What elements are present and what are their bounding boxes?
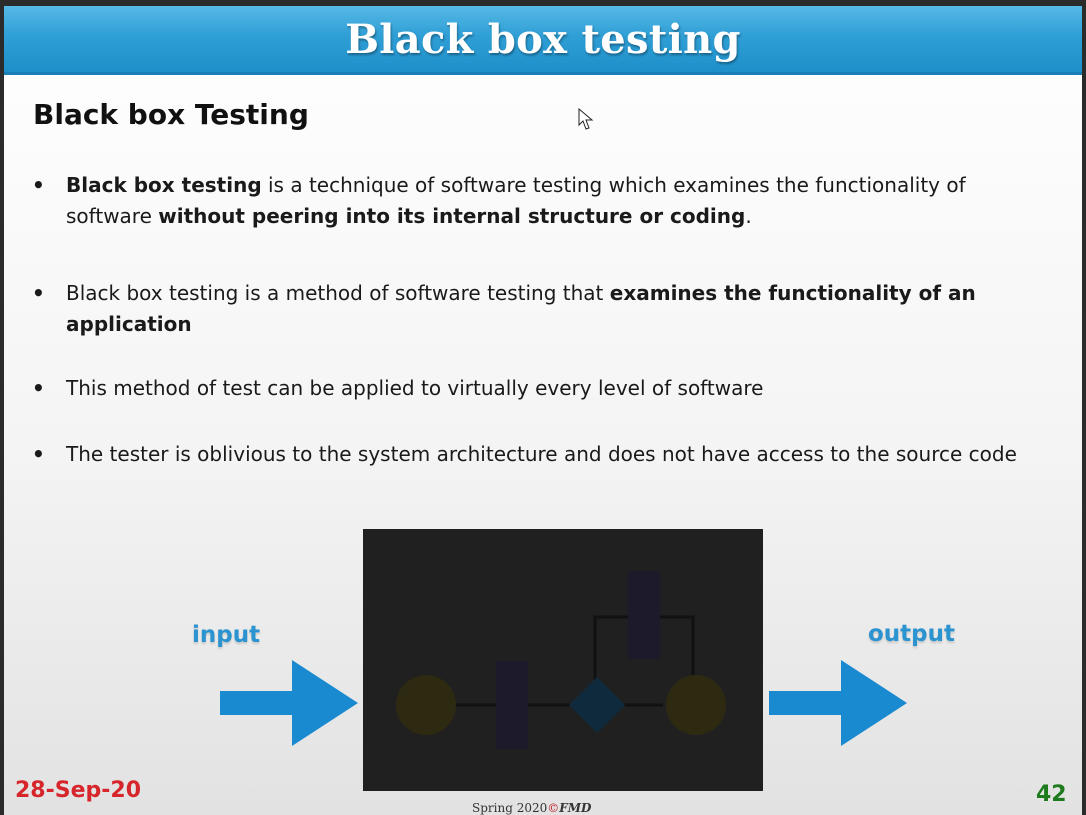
page-number: 42: [1036, 782, 1067, 807]
bullet-text-run: .: [745, 204, 752, 228]
bullet-text-bold: without peering into its internal struct…: [158, 204, 746, 228]
copyright-icon: ©: [547, 801, 560, 815]
bullet-dot: •: [32, 376, 45, 400]
bullet-item-3: • This method of test can be applied to …: [28, 373, 1038, 404]
bullet-item-2: • Black box testing is a method of softw…: [28, 278, 1038, 340]
bullet-text-run: Black box testing is a method of softwar…: [66, 281, 610, 305]
black-box-diagram: [363, 529, 763, 791]
bullet-text: Black box testing is a method of softwar…: [66, 278, 1038, 340]
footer-credit-prefix: Spring 2020: [472, 801, 548, 815]
bullet-dot: •: [32, 173, 45, 197]
footer-credit-author: FMD: [559, 801, 592, 815]
black-box-internals: [396, 571, 726, 749]
rect-node: [628, 571, 660, 659]
input-arrow-icon: [220, 660, 358, 746]
bullet-text: This method of test can be applied to vi…: [66, 373, 1038, 404]
rect-node: [496, 661, 528, 749]
footer-credit: Spring 2020©FMD: [472, 801, 591, 815]
bullet-text-run: The tester is oblivious to the system ar…: [66, 442, 1017, 466]
output-label: output: [868, 621, 956, 647]
bullet-text-bold: Black box testing: [66, 173, 262, 197]
input-label: input: [192, 622, 261, 648]
bullet-item-1: • Black box testing is a technique of so…: [28, 170, 1038, 232]
diamond-node: [569, 677, 625, 733]
slide-title: Black box testing: [345, 15, 741, 63]
bullet-dot: •: [32, 281, 45, 305]
footer-date: 28-Sep-20: [15, 778, 142, 803]
bullet-item-4: • The tester is oblivious to the system …: [28, 439, 1038, 470]
circle-node: [666, 675, 726, 735]
output-arrow-icon: [769, 660, 907, 746]
title-bar: Black box testing: [4, 6, 1082, 75]
mouse-pointer-icon: [578, 108, 594, 130]
bullet-dot: •: [32, 442, 45, 466]
bullet-text-run: This method of test can be applied to vi…: [66, 376, 764, 400]
bullet-text: The tester is oblivious to the system ar…: [66, 439, 1038, 470]
circle-node: [396, 675, 456, 735]
slide-heading: Black box Testing: [33, 98, 309, 131]
bullet-text: Black box testing is a technique of soft…: [66, 170, 1038, 232]
slide: Black box testing Black box Testing • Bl…: [4, 6, 1082, 815]
